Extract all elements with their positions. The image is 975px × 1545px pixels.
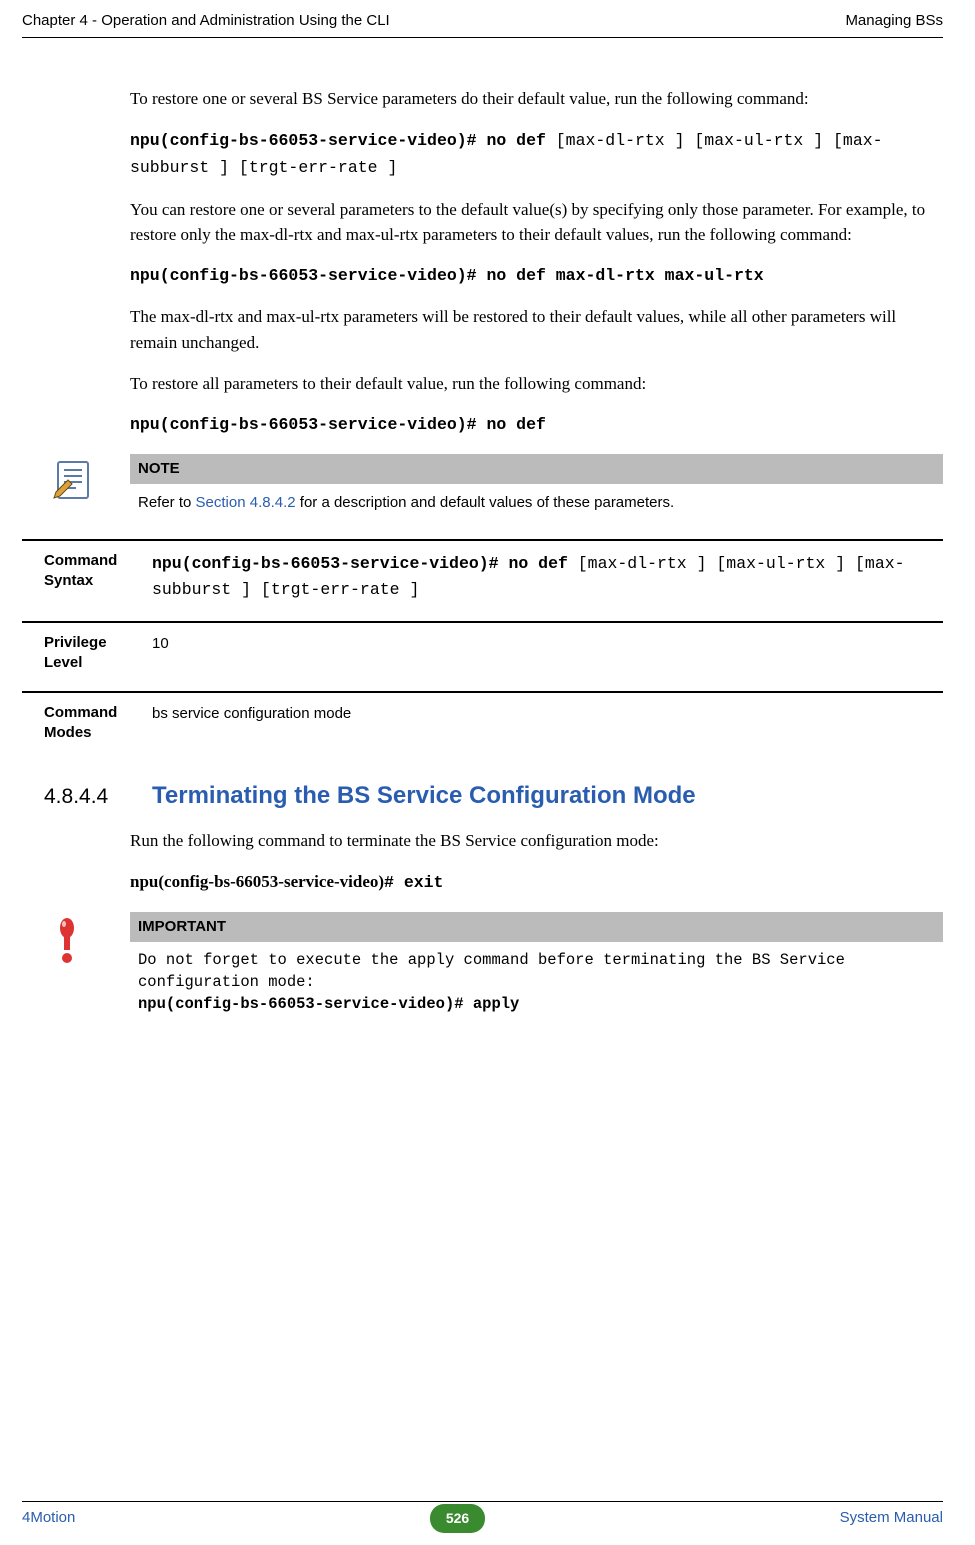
section-number: 4.8.4.4 xyxy=(44,781,152,813)
page-number-badge: 526 xyxy=(430,1504,485,1533)
important-body-text: Do not forget to execute the apply comma… xyxy=(138,950,941,993)
code-line: npu(config-bs-66053-service-video)# exit xyxy=(130,869,943,896)
paragraph: To restore one or several BS Service par… xyxy=(130,86,943,112)
note-link[interactable]: Section 4.8.4.2 xyxy=(196,494,296,511)
header-left: Chapter 4 - Operation and Administration… xyxy=(22,10,390,33)
note-text-after: for a description and default values of … xyxy=(296,494,675,511)
def-row-syntax: Command Syntax npu(config-bs-66053-servi… xyxy=(22,539,943,621)
page-footer: 4Motion 526 System Manual xyxy=(22,1501,943,1533)
note-title: NOTE xyxy=(130,454,943,485)
code-bold-serif: npu(config-bs-66053-service-video) xyxy=(130,872,384,891)
note-icon xyxy=(52,458,96,502)
page-header: Chapter 4 - Operation and Administration… xyxy=(22,10,943,38)
def-label-modes: Command Modes xyxy=(44,703,152,744)
important-text: Do not forget to execute the apply comma… xyxy=(130,942,943,1021)
note-icon-cell xyxy=(52,454,130,520)
important-cmd: npu(config-bs-66053-service-video)# appl… xyxy=(138,994,941,1016)
note-text: Refer to Section 4.8.4.2 for a descripti… xyxy=(130,484,943,519)
def-row-modes: Command Modes bs service configuration m… xyxy=(22,691,943,762)
def-value-modes: bs service configuration mode xyxy=(152,703,943,744)
paragraph: To restore all parameters to their defau… xyxy=(130,371,943,397)
def-value-privilege: 10 xyxy=(152,633,943,674)
header-right: Managing BSs xyxy=(845,10,943,33)
important-title: IMPORTANT xyxy=(130,912,943,943)
important-icon-cell xyxy=(52,912,130,1022)
section-heading: 4.8.4.4 Terminating the BS Service Confi… xyxy=(44,778,943,814)
def-row-privilege: Privilege Level 10 xyxy=(22,621,943,692)
code-bold: npu(config-bs-66053-service-video)# no d… xyxy=(130,131,556,150)
def-label-privilege: Privilege Level xyxy=(44,633,152,674)
paragraph: You can restore one or several parameter… xyxy=(130,197,943,248)
important-callout: IMPORTANT Do not forget to execute the a… xyxy=(52,912,943,1022)
footer-right: System Manual xyxy=(840,1507,943,1530)
note-callout: NOTE Refer to Section 4.8.4.2 for a desc… xyxy=(52,454,943,520)
def-value-syntax: npu(config-bs-66053-service-video)# no d… xyxy=(152,551,943,603)
def-label-syntax: Command Syntax xyxy=(44,551,152,603)
code-line: npu(config-bs-66053-service-video)# no d… xyxy=(130,264,943,289)
paragraph: Run the following command to terminate t… xyxy=(130,828,943,854)
footer-left: 4Motion xyxy=(22,1507,75,1530)
important-icon xyxy=(52,916,82,964)
section-title: Terminating the BS Service Configuration… xyxy=(152,778,696,814)
note-text-before: Refer to xyxy=(138,494,196,511)
code-bold: # exit xyxy=(384,873,443,892)
code-bold: npu(config-bs-66053-service-video)# no d… xyxy=(152,554,578,573)
code-line: npu(config-bs-66053-service-video)# no d… xyxy=(130,127,943,181)
paragraph: The max-dl-rtx and max-ul-rtx parameters… xyxy=(130,304,943,355)
code-line: npu(config-bs-66053-service-video)# no d… xyxy=(130,413,943,438)
